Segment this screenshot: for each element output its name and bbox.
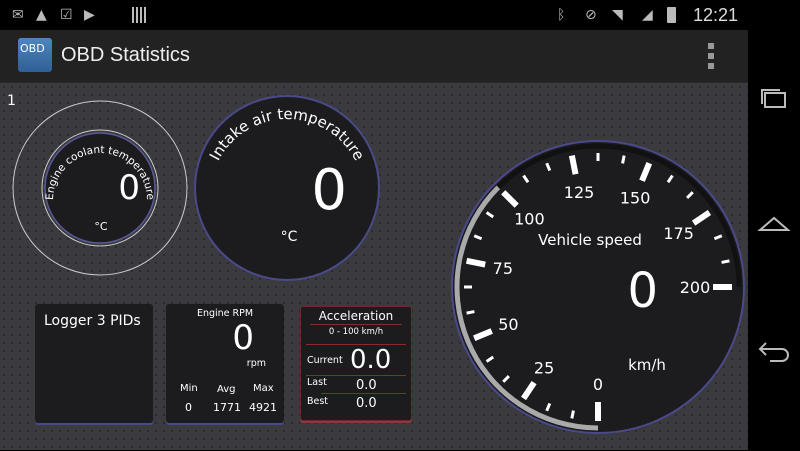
speed-scale-label: 50 [498,315,518,334]
divider [306,375,406,376]
clipboard-play-icon: ▶ [84,7,95,23]
speed-scale-label: 100 [514,209,545,228]
minor-tick [721,259,730,264]
dashboard: 1 Engine coolant temperature 0 °C Intake… [0,82,748,450]
speedometer-gauge[interactable]: 0 25 50 75 100 125 150 175 200 Vehicle speed 0 k… [451,140,745,434]
recent-apps-button[interactable] [756,85,792,115]
rpm-unit: rpm [246,358,266,369]
battery-charging-icon [667,7,676,23]
rpm-value: 0 [232,318,254,358]
coolant-gauge[interactable]: Engine coolant temperature 0 °C [12,100,188,276]
rpm-max: 4921 [249,401,277,414]
accel-current-label: Current [307,355,343,366]
accel-range: 0 - 100 km/h [328,327,384,337]
accel-last: 0.0 [356,378,377,393]
rpm-max-label: Max [253,383,274,394]
accel-last-label: Last [307,377,327,388]
action-bar: OBD OBD Statistics [0,30,748,82]
navigation-bar [748,0,800,450]
speed-scale-label: 0 [593,375,603,394]
rpm-min: 0 [185,401,192,414]
accel-best: 0.0 [356,396,377,411]
speed-unit: km/h [628,356,666,374]
minor-tick [621,155,626,164]
accel-best-label: Best [307,396,329,407]
accel-current: 0.0 [350,345,392,375]
clipboard-check-icon: ☑ [60,7,73,23]
speed-scale-label: 200 [680,278,711,297]
clock: 12:21 [692,5,738,25]
rpm-min-label: Min [180,383,198,394]
status-bar: ✉ ▲ ☑ ▶ ᛒ ⊘ ◥ ◢ 12:21 [0,0,800,30]
app-logo[interactable]: OBD [18,38,52,72]
rpm-avg: 1771 [213,401,241,414]
signal-icon: ◢ [642,7,653,23]
divider [321,393,406,394]
speed-scale-label: 125 [564,183,595,202]
minor-tick [570,410,575,419]
intake-unit: °C [281,229,298,245]
overflow-menu-button[interactable] [707,43,715,69]
major-tick [568,154,579,175]
navigation-icon: ▲ [36,7,47,23]
rpm-tile[interactable]: Engine RPM 0 rpm Min Avg Max 0 1771 4921 [166,304,284,423]
accel-title: Acceleration [318,309,394,323]
intake-gauge[interactable]: Intake air temperature 0 °C [194,95,380,281]
barcode-icon [132,7,148,23]
gmail-icon: ✉ [12,7,24,23]
rpm-title: Engine RPM [196,308,254,319]
minor-tick [466,310,475,315]
bluetooth-icon: ᛒ [557,7,566,23]
logger-title: Logger 3 PIDs [44,313,141,329]
coolant-value: 0 [118,168,140,208]
home-button[interactable] [756,210,792,240]
logger-tile[interactable]: Logger 3 PIDs [35,304,153,423]
intake-value: 0 [311,158,347,223]
back-button[interactable] [756,335,792,365]
speed-scale-label: 25 [534,359,554,378]
speed-value: 0 [627,263,658,319]
rpm-avg-label: Avg [217,384,236,395]
speed-scale-label: 150 [620,188,651,207]
divider [310,324,402,325]
major-tick [465,257,486,268]
wifi-icon: ◥ [612,7,623,23]
acceleration-tile[interactable]: Acceleration 0 - 100 km/h Current 0.0 La… [300,306,412,421]
speed-label: Vehicle speed [538,231,642,249]
coolant-unit: °C [94,220,108,233]
mute-icon: ⊘ [585,7,597,23]
speed-scale-label: 175 [663,224,694,243]
app-title: OBD Statistics [61,44,190,66]
speed-scale-label: 75 [493,259,513,278]
